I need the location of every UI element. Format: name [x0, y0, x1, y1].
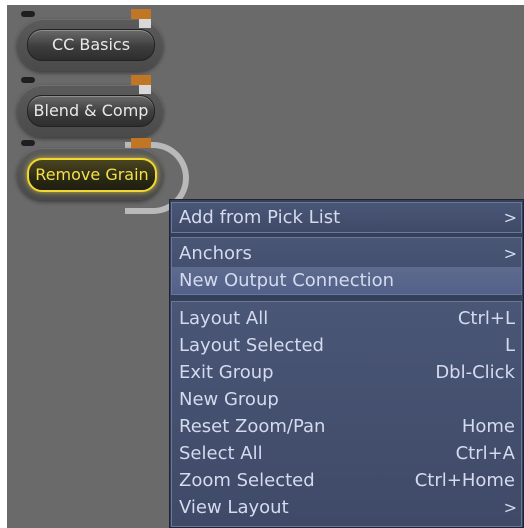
- menu-item-shortcut: Dbl-Click: [435, 362, 515, 383]
- menu-item-new-output-connection[interactable]: New Output Connection: [172, 267, 521, 294]
- node-bypass-indicator: [21, 140, 35, 146]
- menu-item-anchors[interactable]: Anchors >: [172, 240, 521, 267]
- node-bypass-indicator: [21, 11, 35, 17]
- node-label: Remove Grain: [27, 158, 157, 192]
- menu-item-label: Anchors: [179, 243, 252, 264]
- menu-item-label: View Layout: [179, 497, 289, 518]
- menu-item-reset-zoom-pan[interactable]: Reset Zoom/Pan Home: [172, 413, 521, 440]
- context-menu: Add from Pick List > Anchors > New Outpu…: [169, 199, 524, 528]
- menu-item-label: Exit Group: [179, 362, 274, 383]
- node-label: CC Basics: [27, 29, 155, 61]
- menu-item-shortcut: Ctrl+Home: [414, 470, 515, 491]
- menu-item-layout-selected[interactable]: Layout Selected L: [172, 332, 521, 359]
- node-output-tab[interactable]: [131, 138, 151, 148]
- menu-item-label: Add from Pick List: [179, 207, 341, 228]
- menu-item-label: Reset Zoom/Pan: [179, 416, 326, 437]
- node-output-tab[interactable]: [131, 75, 151, 85]
- menu-item-exit-group[interactable]: Exit Group Dbl-Click: [172, 359, 521, 386]
- menu-item-new-group[interactable]: New Group: [172, 386, 521, 413]
- menu-item-zoom-selected[interactable]: Zoom Selected Ctrl+Home: [172, 467, 521, 494]
- menu-item-label: Layout Selected: [179, 335, 324, 356]
- node-input-tab[interactable]: [139, 85, 151, 94]
- node-input-tab[interactable]: [139, 19, 151, 28]
- menu-item-view-layout[interactable]: View Layout >: [172, 494, 521, 521]
- menu-group-layout: Layout All Ctrl+L Layout Selected L Exit…: [171, 301, 522, 527]
- menu-item-label: Select All: [179, 443, 263, 464]
- menu-item-shortcut: Home: [461, 416, 515, 437]
- menu-group-connections: Anchors > New Output Connection: [171, 237, 522, 295]
- menu-item-shortcut: L: [504, 335, 515, 356]
- menu-item-label: Layout All: [179, 308, 269, 329]
- chevron-right-icon: >: [503, 498, 517, 517]
- chevron-right-icon: >: [503, 208, 517, 227]
- chevron-right-icon: >: [503, 244, 517, 263]
- menu-item-select-all[interactable]: Select All Ctrl+A: [172, 440, 521, 467]
- node-output-tab[interactable]: [131, 9, 151, 19]
- node-label: Blend & Comp: [27, 95, 155, 127]
- menu-item-shortcut: Ctrl+L: [457, 308, 515, 329]
- menu-item-label: New Output Connection: [179, 270, 395, 291]
- menu-item-add-from-pick-list[interactable]: Add from Pick List >: [172, 204, 521, 231]
- menu-item-label: New Group: [179, 389, 279, 410]
- menu-item-layout-all[interactable]: Layout All Ctrl+L: [172, 305, 521, 332]
- menu-item-shortcut: Ctrl+A: [455, 443, 515, 464]
- menu-group-pick-list: Add from Pick List >: [171, 202, 522, 233]
- node-bypass-indicator: [21, 77, 35, 83]
- menu-item-label: Zoom Selected: [179, 470, 315, 491]
